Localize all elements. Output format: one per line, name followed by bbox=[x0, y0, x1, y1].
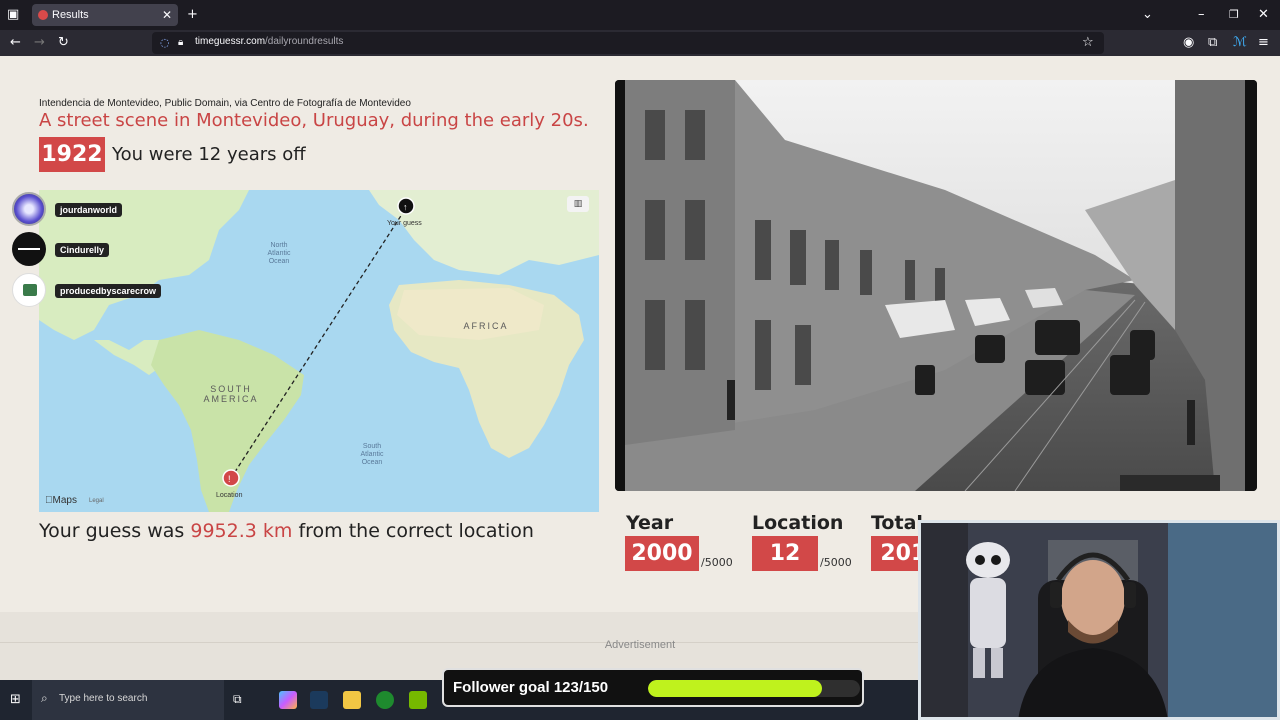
webcam-overlay bbox=[918, 520, 1280, 720]
taskbar-search-box[interactable]: ⌕ Type here to search bbox=[32, 680, 224, 720]
follower-goal-track bbox=[648, 680, 860, 697]
reload-icon[interactable]: ↻ bbox=[58, 35, 69, 51]
follower-goal-widget: Follower goal 123/150 bbox=[442, 668, 864, 707]
new-tab-icon[interactable]: + bbox=[187, 7, 198, 23]
menu-hamburger-icon[interactable]: ≡ bbox=[1258, 35, 1269, 51]
sahara-region bbox=[397, 288, 544, 340]
timeguessr-favicon-icon bbox=[38, 10, 48, 20]
tab-list-icon[interactable]: ▣ bbox=[7, 7, 19, 23]
avatar bbox=[12, 192, 46, 226]
back-arrow-icon[interactable]: ← bbox=[10, 35, 21, 51]
xbox-icon[interactable] bbox=[376, 691, 394, 709]
location-label: Location bbox=[216, 492, 243, 499]
url-text[interactable]: timeguessr.com/dailyroundresults bbox=[195, 36, 343, 47]
map-label-africa: AFRICA bbox=[463, 321, 509, 331]
bookmark-star-icon[interactable]: ☆ bbox=[1082, 35, 1094, 51]
tab-title: Results bbox=[52, 9, 89, 21]
minimize-icon[interactable]: – bbox=[1198, 7, 1205, 23]
forward-arrow-icon[interactable]: → bbox=[34, 35, 45, 51]
map-label-north-atlantic: North Atlantic Ocean bbox=[267, 242, 291, 265]
score-year-value: 2000 bbox=[625, 536, 699, 571]
taskbar-search-placeholder: Type here to search bbox=[59, 693, 148, 704]
close-tab-icon[interactable]: ✕ bbox=[162, 4, 172, 26]
player-name: Cindurelly bbox=[55, 243, 110, 257]
webcam-graphic bbox=[918, 520, 1280, 720]
map-legal-link[interactable]: Legal bbox=[89, 498, 104, 504]
restore-icon[interactable]: ❐ bbox=[1229, 7, 1239, 23]
browser-tab-bar: ▣ Results ✕ + ⌄ – ❐ ✕ bbox=[0, 0, 1280, 30]
location-pin-icon bbox=[222, 469, 240, 487]
copilot-icon[interactable] bbox=[279, 691, 297, 709]
task-view-icon[interactable]: ⧉ bbox=[233, 692, 242, 707]
map-label-south-atlantic: South Atlantic Ocean bbox=[360, 443, 384, 466]
account-icon[interactable]: ◉ bbox=[1183, 35, 1194, 51]
correct-year-badge: 1922 bbox=[39, 137, 105, 172]
map-icon: ▥ bbox=[573, 199, 583, 209]
avatar bbox=[12, 232, 46, 266]
lock-icon[interactable]: 🔒︎ bbox=[178, 35, 183, 51]
player-name: producedbyscarecrow bbox=[55, 284, 162, 298]
tab-results[interactable]: Results ✕ bbox=[32, 4, 178, 26]
windows-start-icon[interactable]: ⊞ bbox=[10, 692, 21, 707]
apple-maps-logo: Maps bbox=[45, 495, 77, 506]
address-bar[interactable]: ◌ 🔒︎ timeguessr.com/dailyroundresults ☆ bbox=[152, 32, 1104, 54]
historic-photo bbox=[615, 80, 1257, 491]
nvidia-icon[interactable] bbox=[409, 691, 427, 709]
player-name: jourdanworld bbox=[55, 203, 122, 217]
years-off-text: You were 12 years off bbox=[112, 144, 306, 165]
steam-icon[interactable] bbox=[310, 691, 328, 709]
search-icon: ⌕ bbox=[41, 691, 48, 705]
map-type-button[interactable]: ▥ bbox=[567, 196, 589, 212]
follower-goal-text: Follower goal 123/150 bbox=[453, 679, 609, 696]
file-explorer-icon[interactable] bbox=[343, 691, 361, 709]
distance-value: 9952.3 km bbox=[190, 520, 293, 542]
photo-credit: Intendencia de Montevideo, Public Domain… bbox=[39, 98, 411, 109]
result-map[interactable]: ! ↑ North Atlantic Ocean South Atlantic … bbox=[39, 190, 599, 512]
follower-goal-fill bbox=[648, 680, 822, 697]
svg-text:!: ! bbox=[228, 474, 231, 484]
chevron-down-icon[interactable]: ⌄ bbox=[1142, 7, 1153, 23]
score-year-max: /5000 bbox=[701, 556, 733, 569]
score-location-max: /5000 bbox=[820, 556, 852, 569]
score-location-value: 12 bbox=[752, 536, 818, 571]
street-photo-graphic bbox=[615, 80, 1257, 491]
svg-text:↑: ↑ bbox=[403, 202, 408, 212]
guess-distance-text: Your guess was 9952.3 km from the correc… bbox=[39, 520, 534, 542]
score-location-label: Location bbox=[752, 512, 844, 534]
extensions-icon[interactable]: ⧉ bbox=[1208, 35, 1217, 51]
browser-nav-bar: ← → ↻ ◌ 🔒︎ timeguessr.com/dailyroundresu… bbox=[0, 30, 1280, 56]
map-label-south-america: SOUTH AMERICA bbox=[203, 384, 259, 404]
score-total-label: Total bbox=[871, 512, 923, 534]
extension-icon[interactable]: ℳ bbox=[1233, 35, 1247, 51]
tracking-shield-icon[interactable]: ◌ bbox=[160, 35, 170, 51]
your-guess-label: Your guess bbox=[387, 220, 422, 227]
score-year-label: Year bbox=[626, 512, 674, 534]
map-graphic: ! ↑ bbox=[39, 190, 599, 512]
avatar bbox=[12, 273, 46, 307]
photo-description: A street scene in Montevideo, Uruguay, d… bbox=[39, 110, 589, 131]
close-window-icon[interactable]: ✕ bbox=[1258, 7, 1269, 23]
